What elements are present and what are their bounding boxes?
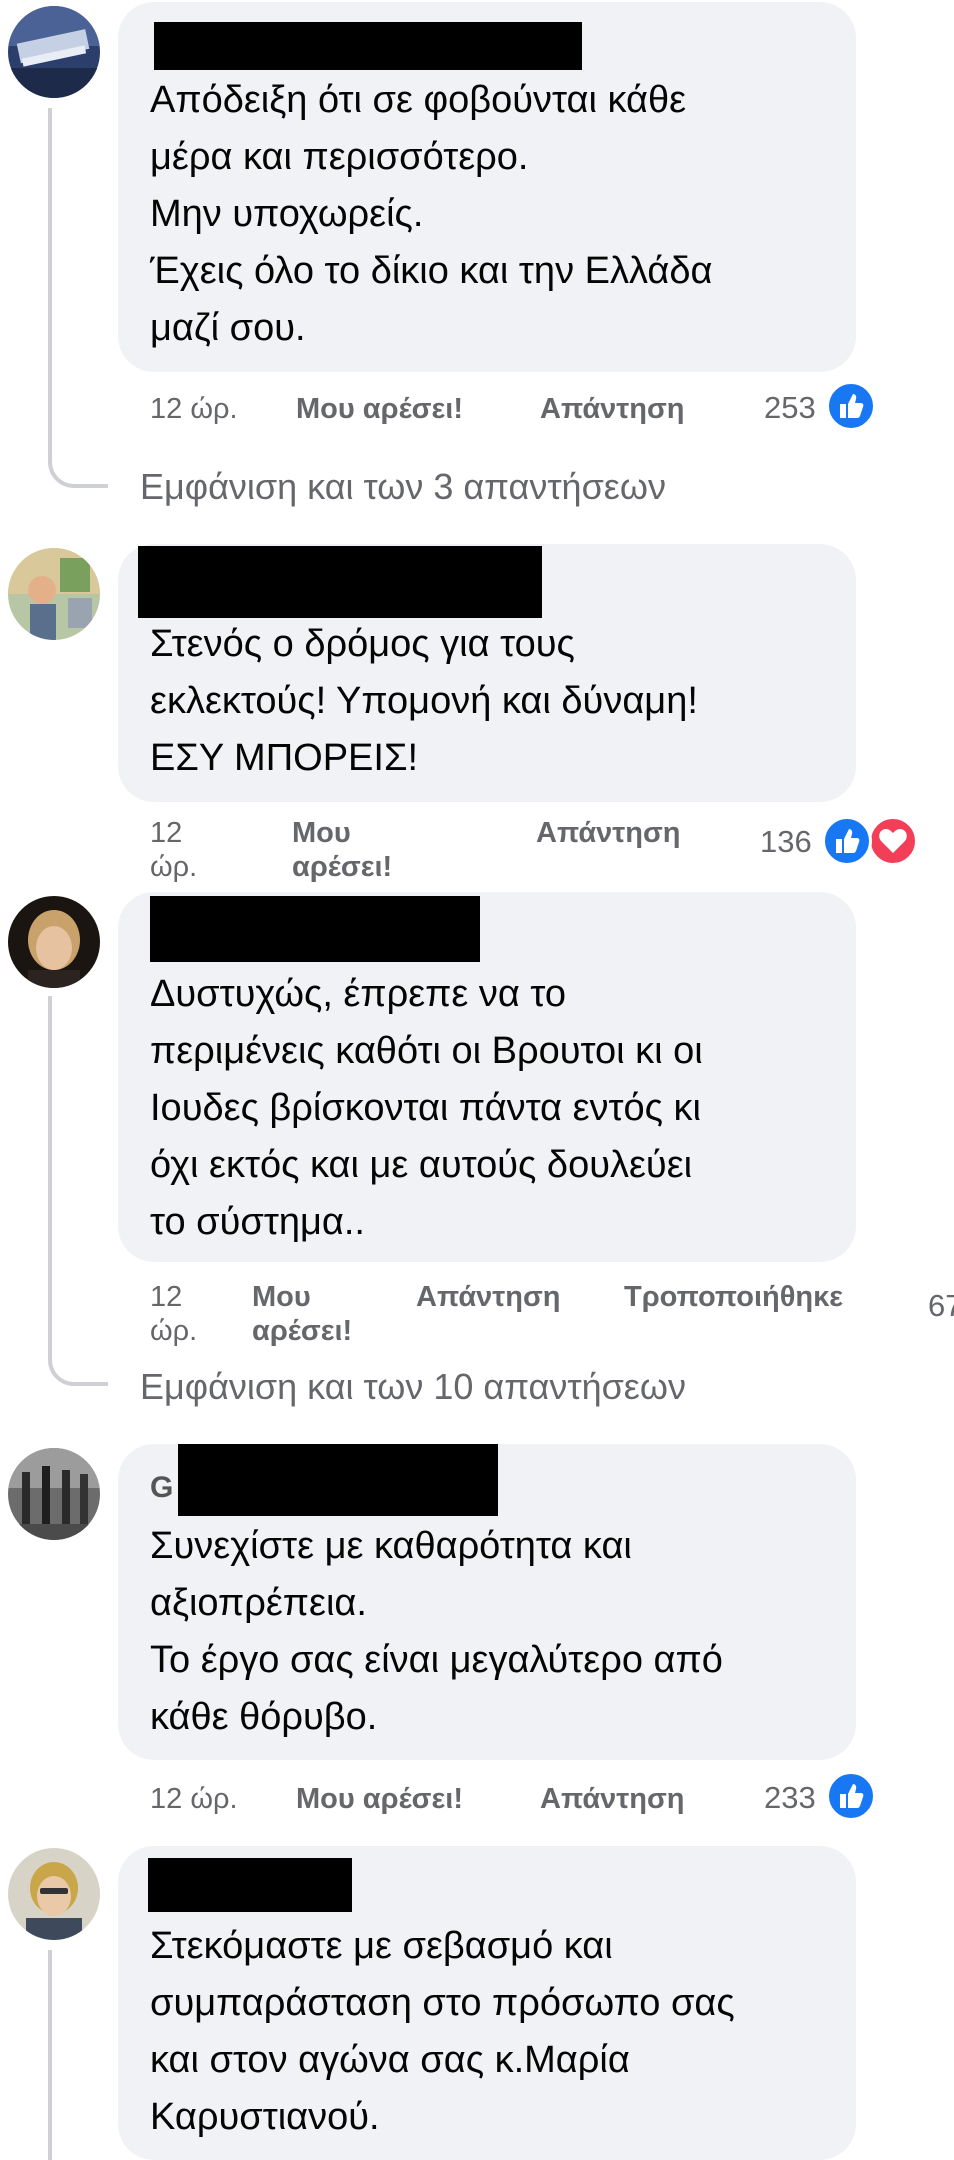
commenter-avatar[interactable] xyxy=(8,6,100,98)
comment-bubble: Απόδειξη ότι σε φοβούνται κάθε μέρα και … xyxy=(118,2,856,372)
reply-button[interactable]: Απάντηση xyxy=(540,1782,685,1816)
reply-button[interactable]: Απάντηση xyxy=(536,816,681,850)
reply-button[interactable]: Απάντηση xyxy=(416,1280,561,1314)
comment-bubble: Στενός ο δρόμος για τους εκλεκτούς! Υπομ… xyxy=(118,544,856,802)
comment-bubble: Δυστυχώς, έπρεπε να το περιμένεις καθότι… xyxy=(118,892,856,1262)
commenter-avatar[interactable] xyxy=(8,548,100,640)
thread-connector xyxy=(48,1336,108,1386)
reaction-count[interactable]: 136 xyxy=(760,824,812,860)
like-button[interactable]: Μου αρέσει! xyxy=(296,1782,463,1816)
thread-line xyxy=(48,1950,52,2160)
comment-text: Συνεχίστε με καθαρότητα και αξιοπρέπεια.… xyxy=(150,1525,723,1738)
thread-line xyxy=(48,108,52,438)
commenter-avatar[interactable] xyxy=(8,1848,100,1940)
reaction-count[interactable]: 233 xyxy=(764,1780,816,1816)
commenter-name-initial[interactable]: G xyxy=(150,1468,173,1508)
comment-text: Απόδειξη ότι σε φοβούνται κάθε μέρα και … xyxy=(150,79,713,349)
view-replies-link[interactable]: Εμφάνιση και των 10 απαντήσεων xyxy=(140,1366,686,1408)
reaction-count[interactable]: 253 xyxy=(764,390,816,426)
comment-text: Δυστυχώς, έπρεπε να το περιμένεις καθότι… xyxy=(150,973,703,1243)
redacted-name xyxy=(150,896,480,962)
commenter-avatar[interactable] xyxy=(8,896,100,988)
comment-bubble: Στεκόμαστε με σεβασμό και συμπαράσταση σ… xyxy=(118,1846,856,2160)
comment-text: Στεκόμαστε με σεβασμό και συμπαράσταση σ… xyxy=(150,1925,735,2138)
redacted-name xyxy=(138,546,542,618)
like-icon[interactable] xyxy=(826,381,876,431)
reaction-count[interactable]: 67 xyxy=(928,1288,954,1324)
like-icon[interactable] xyxy=(822,816,872,866)
edited-label[interactable]: Τροποποιήθηκε xyxy=(624,1280,843,1314)
redacted-name xyxy=(148,1858,352,1912)
comment-timestamp[interactable]: 12 ώρ. xyxy=(150,1782,238,1816)
view-replies-link[interactable]: Εμφάνιση και των 3 απαντήσεων xyxy=(140,466,666,508)
commenter-avatar[interactable] xyxy=(8,1448,100,1540)
redacted-name xyxy=(178,1444,498,1516)
comment-timestamp[interactable]: 12 ώρ. xyxy=(150,1280,210,1348)
redacted-name xyxy=(154,22,582,70)
like-button[interactable]: Μου αρέσει! xyxy=(292,816,412,884)
reply-button[interactable]: Απάντηση xyxy=(540,392,685,426)
love-icon[interactable] xyxy=(868,816,918,866)
comment-bubble: G Συνεχίστε με καθαρότητα και αξιοπρέπει… xyxy=(118,1444,856,1760)
comment-text: Στενός ο δρόμος για τους εκλεκτούς! Υπομ… xyxy=(150,623,698,779)
comment-timestamp[interactable]: 12 ώρ. xyxy=(150,816,210,884)
like-icon[interactable] xyxy=(826,1771,876,1821)
like-button[interactable]: Μου αρέσει! xyxy=(252,1280,372,1348)
thread-line xyxy=(48,996,52,1336)
thread-connector xyxy=(48,438,108,488)
like-button[interactable]: Μου αρέσει! xyxy=(296,392,463,426)
comment-timestamp[interactable]: 12 ώρ. xyxy=(150,392,238,426)
